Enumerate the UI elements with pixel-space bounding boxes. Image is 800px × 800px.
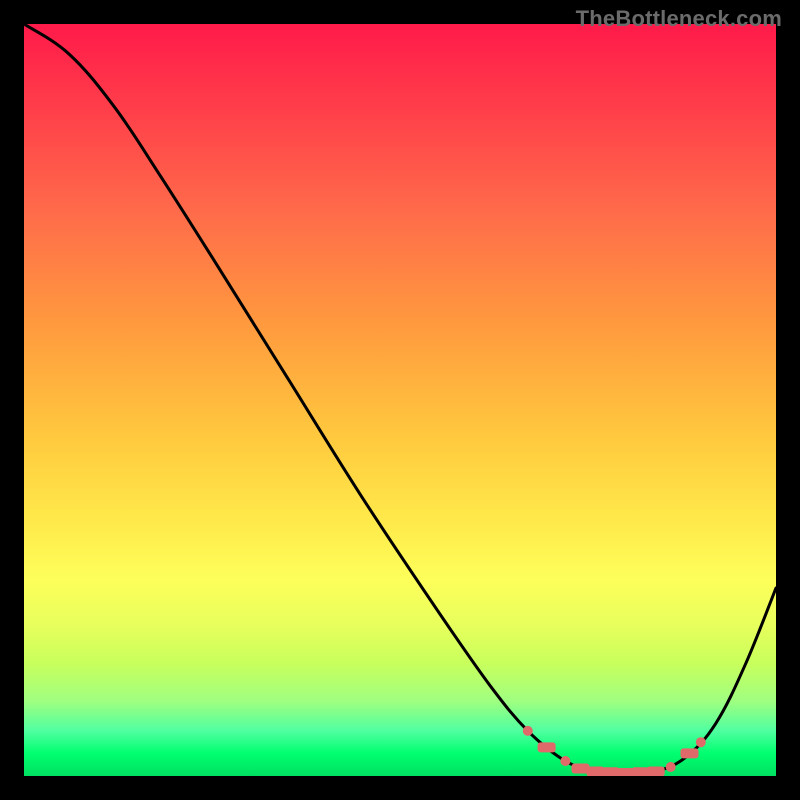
curve-marker-segment (538, 742, 556, 752)
curve-marker-dot (666, 762, 676, 772)
plot-area (24, 24, 776, 776)
curve-svg (24, 24, 776, 776)
bottleneck-curve (24, 24, 776, 773)
watermark-text: TheBottleneck.com (576, 6, 782, 32)
curve-marker-segment (647, 767, 665, 777)
curve-marker-dot (696, 737, 706, 747)
curve-marker-segment (681, 748, 699, 758)
curve-markers (523, 726, 706, 776)
curve-marker-dot (523, 726, 533, 736)
curve-marker-dot (560, 756, 570, 766)
chart-container: TheBottleneck.com (0, 0, 800, 800)
